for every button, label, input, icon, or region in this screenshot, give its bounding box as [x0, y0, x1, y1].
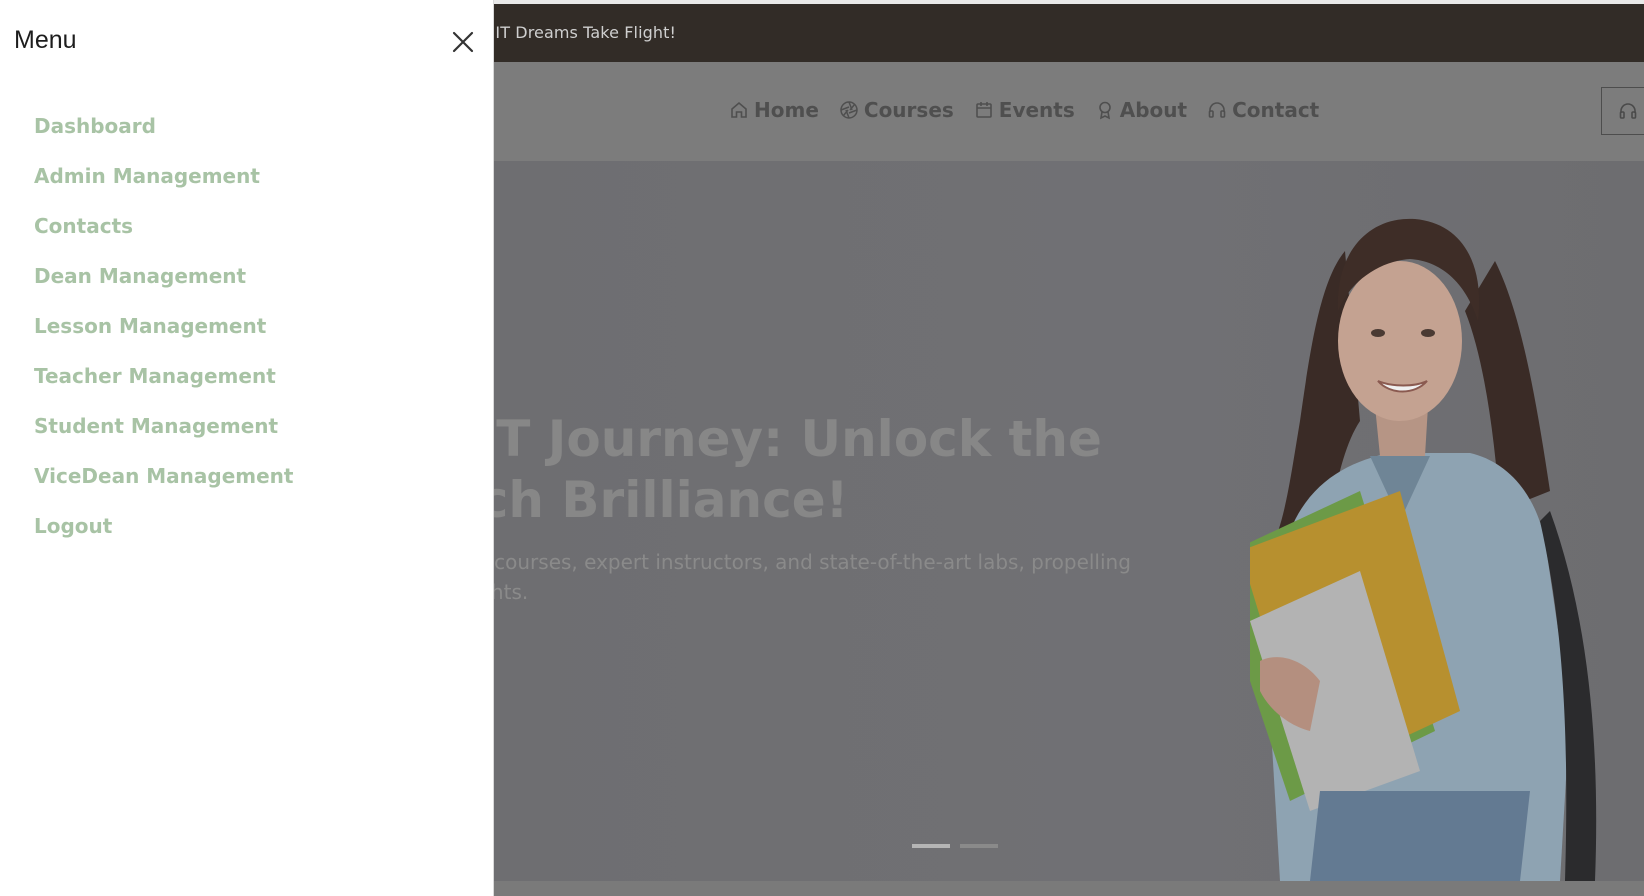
hero-subtitle-line-2: new heights. [400, 577, 1230, 607]
announcement-text: ere IT Dreams Take Flight! [464, 23, 677, 42]
award-icon [1098, 101, 1111, 120]
nav-contact-label: Contact [1232, 98, 1320, 122]
menu-item-vicedean-management[interactable]: ViceDean Management [34, 461, 293, 511]
menu-title: Menu [14, 26, 77, 54]
nav-about-label: About [1119, 98, 1188, 122]
calendar-icon [975, 102, 992, 118]
menu-list: Dashboard Admin Management Contacts Dean… [34, 111, 293, 561]
slide-indicator-2[interactable] [960, 844, 998, 848]
nav-home[interactable]: Home [729, 98, 819, 122]
offcanvas-menu: Menu Dashboard Admin Management Contacts… [0, 0, 493, 896]
headset-icon [1208, 102, 1226, 118]
nav-list: Home Courses Events About Contact [729, 98, 1319, 122]
hero-title-line-1: ur IT Journey: Unlock the [400, 410, 1102, 468]
menu-item-teacher-management[interactable]: Teacher Management [34, 361, 293, 411]
hero-title-line-2: Tech Brilliance! [400, 471, 849, 529]
nav-contact[interactable]: Contact [1207, 98, 1319, 122]
slider-indicators [912, 844, 998, 848]
student-image [1250, 218, 1597, 881]
nav-events[interactable]: Events [974, 98, 1075, 122]
headset-icon [1619, 103, 1637, 119]
nav-about[interactable]: About [1095, 98, 1187, 122]
support-button[interactable] [1601, 87, 1644, 135]
close-icon [452, 31, 474, 53]
nav-courses[interactable]: Courses [839, 98, 954, 122]
close-menu-button[interactable] [449, 28, 477, 56]
hero-subtitle-line-1: nge of IT courses, expert instructors, a… [400, 550, 1131, 574]
hero-title: ur IT Journey: Unlock the Tech Brillianc… [400, 409, 1160, 531]
menu-item-student-management[interactable]: Student Management [34, 411, 293, 461]
menu-item-lesson-management[interactable]: Lesson Management [34, 311, 293, 361]
menu-item-dashboard[interactable]: Dashboard [34, 111, 293, 161]
menu-item-dean-management[interactable]: Dean Management [34, 261, 293, 311]
nav-courses-label: Courses [863, 98, 954, 122]
aperture-icon [840, 101, 858, 119]
hero-subtitle: nge of IT courses, expert instructors, a… [400, 547, 1230, 607]
menu-item-logout[interactable]: Logout [34, 511, 293, 561]
nav-home-label: Home [754, 98, 819, 122]
home-icon [731, 101, 747, 118]
menu-item-contacts[interactable]: Contacts [34, 211, 293, 261]
slide-indicator-1[interactable] [912, 844, 950, 848]
nav-events-label: Events [998, 98, 1075, 122]
menu-item-admin-management[interactable]: Admin Management [34, 161, 293, 211]
